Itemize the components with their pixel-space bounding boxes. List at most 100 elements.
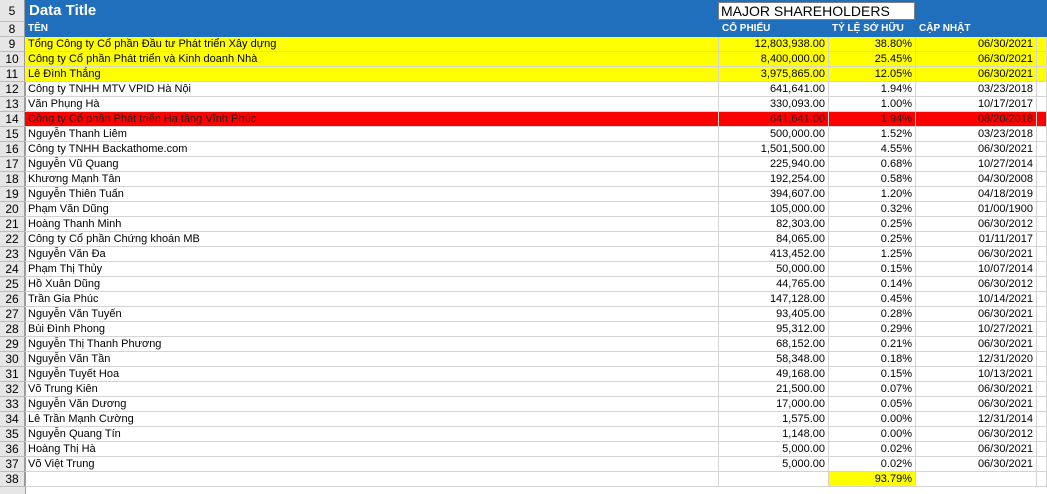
ownership-cell[interactable]: 1.94% (829, 82, 916, 97)
updated-cell[interactable]: 06/30/2021 (916, 142, 1037, 157)
ownership-cell[interactable]: 0.25% (829, 217, 916, 232)
row-number[interactable]: 5 (0, 0, 25, 22)
shares-cell[interactable]: 192,254.00 (719, 172, 829, 187)
updated-cell[interactable]: 06/30/2021 (916, 307, 1037, 322)
row-number[interactable]: 13 (0, 97, 25, 112)
shares-cell[interactable]: 44,765.00 (719, 277, 829, 292)
updated-cell[interactable]: 06/30/2021 (916, 337, 1037, 352)
shares-cell[interactable]: 413,452.00 (719, 247, 829, 262)
data-title[interactable]: Data Title (29, 2, 96, 20)
row-number[interactable]: 37 (0, 457, 25, 472)
updated-cell[interactable]: 10/27/2021 (916, 322, 1037, 337)
shares-cell[interactable]: 12,803,938.00 (719, 37, 829, 52)
extra-cell[interactable] (1037, 337, 1047, 352)
shares-cell[interactable]: 95,312.00 (719, 322, 829, 337)
major-shareholders-cell[interactable]: MAJOR SHAREHOLDERS (718, 2, 915, 20)
header-name[interactable]: TÊN (25, 22, 719, 37)
shares-cell[interactable]: 8,400,000.00 (719, 52, 829, 67)
row-number[interactable]: 32 (0, 382, 25, 397)
name-cell[interactable]: Nguyễn Thiên Tuấn (25, 187, 719, 202)
name-cell[interactable]: Nguyễn Quang Tín (25, 427, 719, 442)
extra-cell[interactable] (1037, 112, 1047, 127)
name-cell[interactable]: Võ Trung Kiên (25, 382, 719, 397)
updated-cell[interactable]: 03/23/2018 (916, 82, 1037, 97)
ownership-cell[interactable]: 1.25% (829, 247, 916, 262)
ownership-cell[interactable]: 0.25% (829, 232, 916, 247)
ownership-cell[interactable]: 0.28% (829, 307, 916, 322)
row-number[interactable]: 11 (0, 67, 25, 82)
shares-cell[interactable]: 93,405.00 (719, 307, 829, 322)
total-date-cell[interactable] (916, 472, 1037, 487)
name-cell[interactable]: Nguyễn Văn Tần (25, 352, 719, 367)
row-number[interactable]: 22 (0, 232, 25, 247)
extra-cell[interactable] (1037, 352, 1047, 367)
updated-cell[interactable]: 12/31/2020 (916, 352, 1037, 367)
row-number[interactable]: 12 (0, 82, 25, 97)
name-cell[interactable]: Lê Đình Thắng (25, 67, 719, 82)
extra-cell[interactable] (1037, 172, 1047, 187)
row-number[interactable]: 23 (0, 247, 25, 262)
updated-cell[interactable]: 06/30/2012 (916, 277, 1037, 292)
updated-cell[interactable]: 08/20/2018 (916, 112, 1037, 127)
shares-cell[interactable]: 147,128.00 (719, 292, 829, 307)
ownership-cell[interactable]: 0.00% (829, 427, 916, 442)
extra-cell[interactable] (1037, 427, 1047, 442)
extra-cell[interactable] (1037, 262, 1047, 277)
row-number[interactable]: 8 (0, 22, 25, 37)
row-number[interactable]: 9 (0, 37, 25, 52)
row-number[interactable]: 10 (0, 52, 25, 67)
total-name-cell[interactable] (25, 472, 719, 487)
updated-cell[interactable]: 06/30/2021 (916, 52, 1037, 67)
shares-cell[interactable]: 84,065.00 (719, 232, 829, 247)
row-number[interactable]: 28 (0, 322, 25, 337)
updated-cell[interactable]: 01/11/2017 (916, 232, 1037, 247)
ownership-cell[interactable]: 0.05% (829, 397, 916, 412)
extra-cell[interactable] (1037, 382, 1047, 397)
row-number[interactable]: 31 (0, 367, 25, 382)
shares-cell[interactable]: 225,940.00 (719, 157, 829, 172)
shares-cell[interactable]: 1,501,500.00 (719, 142, 829, 157)
name-cell[interactable]: Nguyễn Tuyết Hoa (25, 367, 719, 382)
ownership-cell[interactable]: 1.52% (829, 127, 916, 142)
updated-cell[interactable]: 10/14/2021 (916, 292, 1037, 307)
row-number[interactable]: 16 (0, 142, 25, 157)
name-cell[interactable]: Hồ Xuân Dũng (25, 277, 719, 292)
ownership-cell[interactable]: 4.55% (829, 142, 916, 157)
extra-cell[interactable] (1037, 82, 1047, 97)
updated-cell[interactable]: 10/17/2017 (916, 97, 1037, 112)
ownership-cell[interactable]: 0.29% (829, 322, 916, 337)
row-number[interactable]: 27 (0, 307, 25, 322)
name-cell[interactable]: Trần Gia Phúc (25, 292, 719, 307)
shares-cell[interactable]: 3,975,865.00 (719, 67, 829, 82)
row-number[interactable]: 14 (0, 112, 25, 127)
ownership-cell[interactable]: 38.80% (829, 37, 916, 52)
shares-cell[interactable]: 5,000.00 (719, 442, 829, 457)
extra-cell[interactable] (1037, 277, 1047, 292)
total-ownership-cell[interactable]: 93.79% (829, 472, 916, 487)
name-cell[interactable]: Nguyễn Thanh Liêm (25, 127, 719, 142)
extra-cell[interactable] (1037, 442, 1047, 457)
shares-cell[interactable]: 17,000.00 (719, 397, 829, 412)
extra-cell[interactable] (1037, 127, 1047, 142)
total-extra-cell[interactable] (1037, 472, 1047, 487)
updated-cell[interactable]: 04/18/2019 (916, 187, 1037, 202)
name-cell[interactable]: Nguyễn Thị Thanh Phương (25, 337, 719, 352)
shares-cell[interactable]: 500,000.00 (719, 127, 829, 142)
extra-cell[interactable] (1037, 157, 1047, 172)
updated-cell[interactable]: 03/23/2018 (916, 127, 1037, 142)
extra-cell[interactable] (1037, 52, 1047, 67)
header-ownership[interactable]: TỶ LỆ SỞ HỮU (829, 22, 916, 37)
updated-cell[interactable]: 12/31/2014 (916, 412, 1037, 427)
updated-cell[interactable]: 06/30/2021 (916, 457, 1037, 472)
extra-cell[interactable] (1037, 322, 1047, 337)
shares-cell[interactable]: 641,641.00 (719, 82, 829, 97)
header-updated[interactable]: CẬP NHẬT (916, 22, 1037, 37)
name-cell[interactable]: Lê Trần Mạnh Cường (25, 412, 719, 427)
row-number[interactable]: 24 (0, 262, 25, 277)
name-cell[interactable]: Nguyễn Văn Dương (25, 397, 719, 412)
updated-cell[interactable]: 10/07/2014 (916, 262, 1037, 277)
ownership-cell[interactable]: 0.21% (829, 337, 916, 352)
name-cell[interactable]: Hoàng Thanh Minh (25, 217, 719, 232)
row-number[interactable]: 26 (0, 292, 25, 307)
name-cell[interactable]: Công ty Cổ phần Chứng khoán MB (25, 232, 719, 247)
